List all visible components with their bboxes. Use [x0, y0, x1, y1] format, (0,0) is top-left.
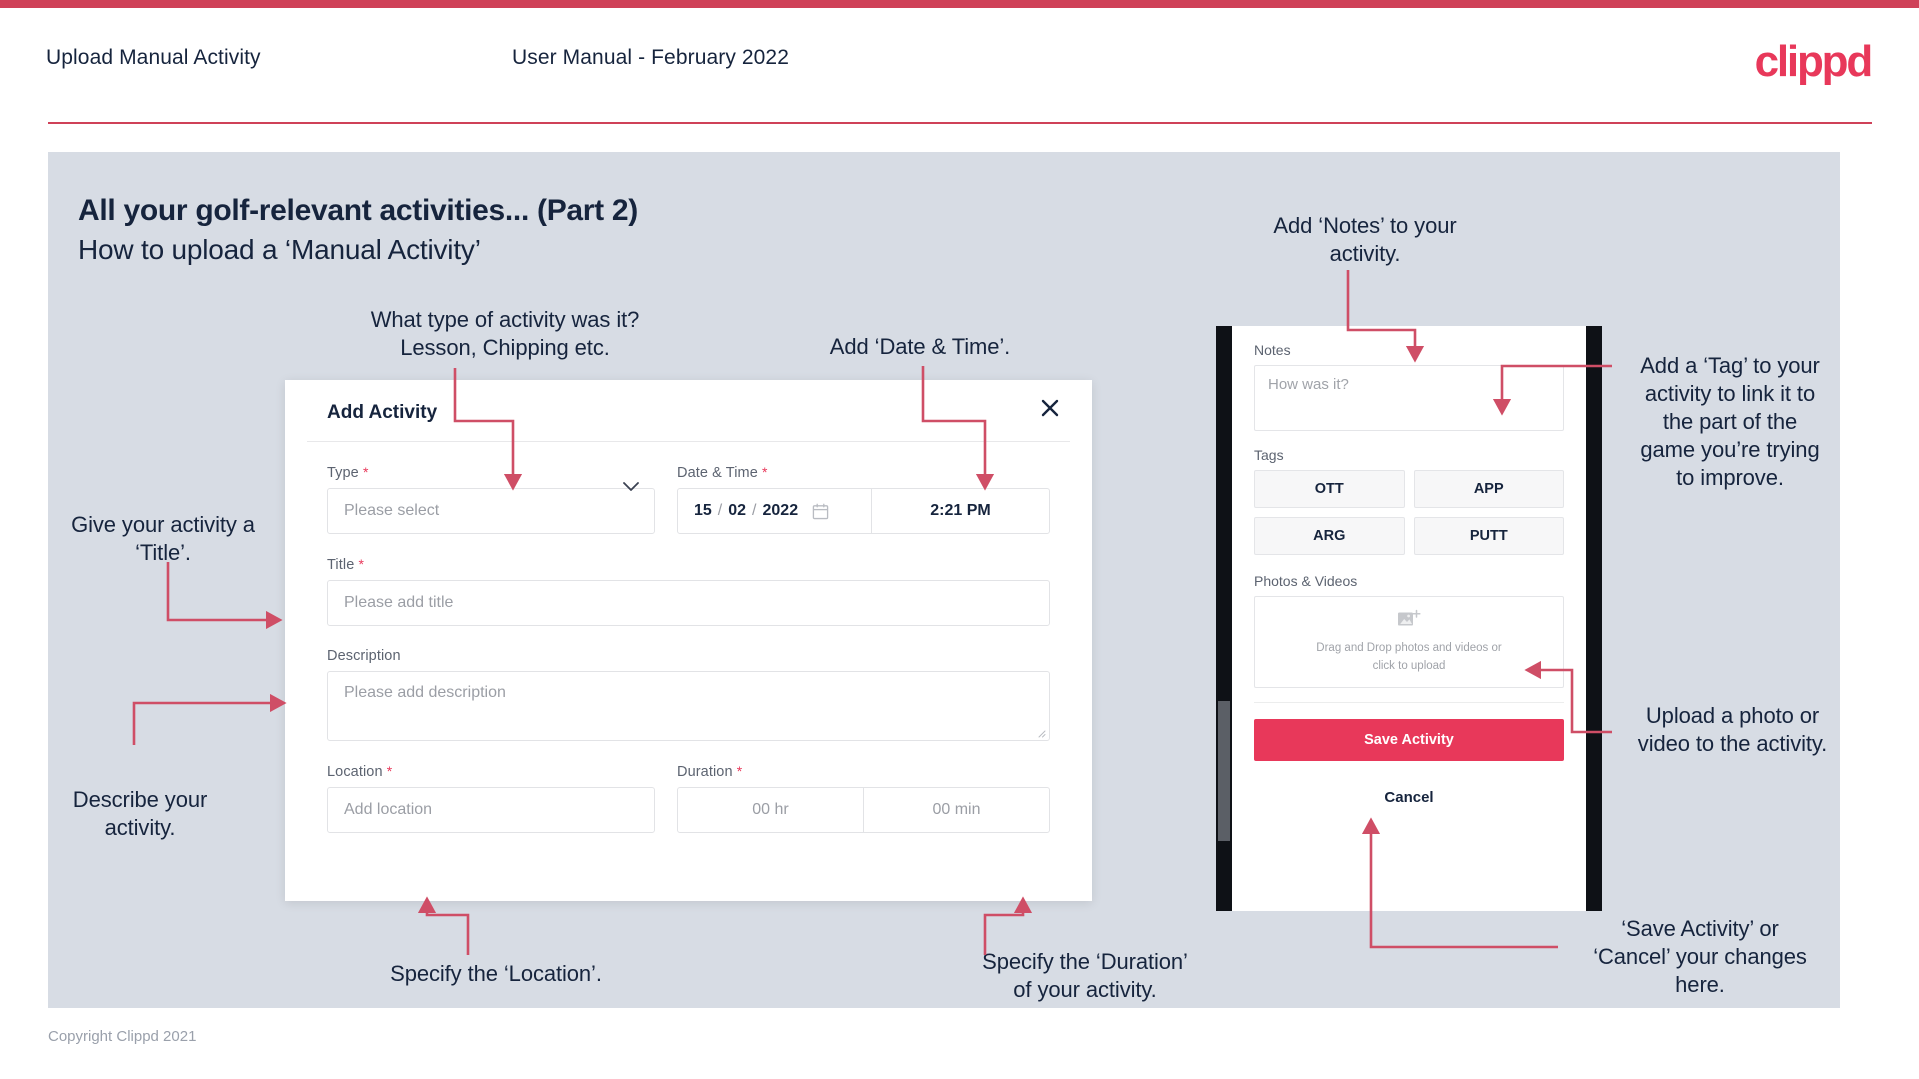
description-label: Description — [327, 648, 401, 664]
annotation-tags: Add a ‘Tag’ to your activity to link it t… — [1640, 353, 1820, 490]
annotation-duration: Specify the ‘Duration’ of your activity. — [982, 949, 1188, 1002]
datetime-control: 15 / 02 / 2022 2:21 PM — [677, 488, 1050, 534]
date-sep: / — [717, 502, 723, 519]
time-input[interactable]: 2:21 PM — [871, 489, 1049, 533]
row-location-duration: Location * Add location Duration * 00 hr… — [327, 741, 1050, 833]
type-label: Type * — [327, 464, 369, 481]
duration-label: Duration * — [677, 763, 743, 780]
description-placeholder: Please add description — [344, 684, 506, 701]
dropzone-line2: click to upload — [1372, 659, 1446, 672]
date-year: 2022 — [762, 502, 799, 519]
date-sep: / — [752, 502, 757, 519]
tag-app[interactable]: APP — [1413, 470, 1564, 508]
annotation-photos: Upload a photo or video to the activity. — [1637, 703, 1828, 756]
resize-grip-icon[interactable] — [1036, 728, 1046, 738]
title-placeholder: Please add title — [344, 594, 454, 611]
datetime-label: Date & Time * — [677, 464, 768, 481]
mobile-notes-placeholder: How was it? — [1268, 376, 1349, 393]
annotation-datetime: Add ‘Date & Time’. — [829, 334, 1011, 359]
field-description: Description Please add description — [327, 648, 1050, 741]
close-icon[interactable] — [1034, 392, 1066, 424]
title-label: Title * — [327, 556, 365, 573]
required-marker: * — [386, 763, 393, 779]
location-placeholder: Add location — [344, 801, 433, 818]
clippd-logo: clippd — [1754, 37, 1874, 86]
phone-screen: Notes How was it? Tags OTT APP ARG PUTT … — [1232, 326, 1586, 911]
tag-arg[interactable]: ARG — [1254, 517, 1405, 555]
mobile-photo-dropzone[interactable]: Drag and Drop photos and videos or click… — [1254, 596, 1564, 688]
mobile-notes-input[interactable]: How was it? — [1254, 365, 1564, 431]
annotation-type: What type of activity was it? Lesson, Chi… — [370, 307, 640, 360]
dialog-title: Add Activity — [327, 402, 438, 423]
chevron-down-icon — [623, 479, 639, 497]
field-title: Title * Please add title — [327, 556, 1050, 626]
date-month: 02 — [728, 502, 747, 519]
mobile-photos-label: Photos & Videos — [1254, 573, 1358, 589]
location-input[interactable]: Add location — [327, 787, 655, 833]
field-location: Location * Add location — [327, 741, 655, 833]
phone-mockup: Notes How was it? Tags OTT APP ARG PUTT … — [1216, 326, 1602, 911]
mobile-tags-label: Tags — [1254, 447, 1284, 463]
mobile-tags-grid: OTT APP ARG PUTT — [1254, 470, 1564, 555]
title-input[interactable]: Please add title — [327, 580, 1050, 626]
footer-copyright: Copyright Clippd 2021 — [48, 1028, 197, 1045]
duration-control: 00 hr 00 min — [677, 787, 1050, 833]
dialog-header: Add Activity — [307, 380, 1070, 442]
field-duration: Duration * 00 hr 00 min — [677, 741, 1050, 833]
calendar-icon[interactable] — [812, 503, 829, 520]
required-marker: * — [762, 464, 768, 480]
field-datetime: Date & Time * 15 / 02 / 2022 2:21 PM — [677, 442, 1050, 534]
add-activity-dialog: Add Activity Type * Please select Date &… — [285, 380, 1092, 901]
field-type: Type * Please select — [327, 442, 655, 534]
required-marker: * — [362, 464, 369, 480]
slide-title: All your golf-relevant activities... (Pa… — [78, 194, 638, 227]
duration-minutes-input[interactable]: 00 min — [863, 788, 1049, 832]
row-type-datetime: Type * Please select Date & Time * 15 / … — [327, 442, 1050, 534]
date-day: 15 — [694, 502, 712, 519]
slide-subtitle: How to upload a ‘Manual Activity’ — [78, 234, 481, 265]
document-subtitle: User Manual - February 2022 — [512, 46, 789, 69]
page-title: Upload Manual Activity — [46, 46, 261, 69]
time-value: 2:21 PM — [930, 502, 991, 519]
duration-hours-input[interactable]: 00 hr — [678, 788, 863, 832]
save-activity-button[interactable]: Save Activity — [1254, 719, 1564, 761]
dialog-body: Type * Please select Date & Time * 15 / … — [285, 442, 1092, 833]
annotation-save: ‘Save Activity’ or ‘Cancel’ your changes h… — [1593, 916, 1807, 997]
required-marker: * — [736, 763, 743, 779]
location-label: Location * — [327, 763, 393, 780]
annotation-location: Specify the ‘Location’. — [390, 961, 602, 986]
tag-putt[interactable]: PUTT — [1413, 517, 1564, 555]
mobile-divider — [1254, 702, 1564, 703]
annotation-notes: Add ‘Notes’ to your activity. — [1273, 213, 1457, 266]
dropzone-line1: Drag and Drop photos and videos or — [1316, 642, 1502, 655]
mobile-notes-label: Notes — [1254, 342, 1291, 358]
header-divider — [48, 122, 1872, 124]
mobile-dropzone-text: Drag and Drop photos and videos or click… — [1316, 640, 1501, 675]
date-input[interactable]: 15 / 02 / 2022 — [678, 489, 871, 533]
type-select[interactable]: Please select — [327, 482, 655, 534]
description-textarea[interactable]: Please add description — [327, 671, 1050, 741]
top-accent-bar — [0, 0, 1919, 8]
tag-ott[interactable]: OTT — [1254, 470, 1405, 508]
required-marker: * — [358, 556, 365, 572]
annotation-description: Describe your activity. — [72, 787, 208, 840]
add-image-icon — [1397, 609, 1421, 634]
phone-scrollbar[interactable] — [1218, 701, 1230, 841]
type-placeholder: Please select — [344, 502, 440, 519]
annotation-title: Give your activity a ‘Title’. — [71, 512, 255, 565]
cancel-button[interactable]: Cancel — [1254, 789, 1564, 806]
